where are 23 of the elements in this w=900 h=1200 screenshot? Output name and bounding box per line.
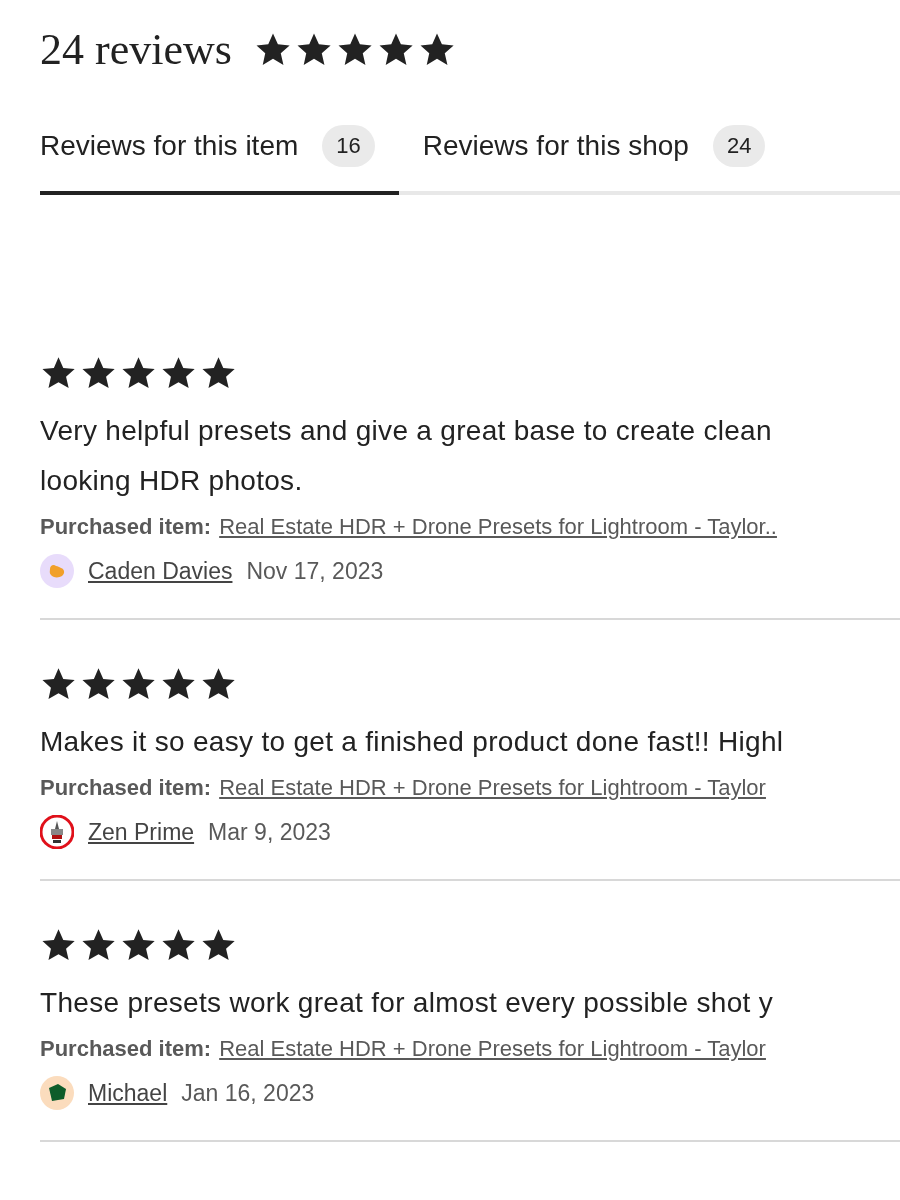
count-badge: 24: [712, 125, 766, 167]
purchased-label: Purchased item:: [40, 775, 212, 801]
review-date: Nov 17, 2023: [246, 557, 384, 585]
item-link[interactable]: Real Estate HDR + Drone Presets for Lightroom - Taylor..: [219, 514, 777, 540]
author-link[interactable]: Caden Davies: [88, 557, 233, 585]
count-badge: 16: [322, 125, 375, 167]
reviews-tab[interactable]: Reviews for this shop 24: [422, 125, 790, 195]
purchased-label: Purchased item:: [40, 1036, 212, 1062]
author-link[interactable]: Michael: [88, 1079, 168, 1107]
avatar-icon: [40, 1076, 74, 1110]
review-text: Very helpful presets and give a great base to create clean looking HDR photos.: [40, 414, 773, 498]
review-date: Mar 9, 2023: [208, 818, 331, 846]
review-text: These presets work great for almost every possible shot y: [40, 986, 774, 1020]
item-link[interactable]: Real Estate HDR + Drone Presets for Lightroom - Taylor: [219, 775, 766, 801]
author-link[interactable]: Zen Prime: [88, 818, 195, 846]
reviews-heading: 24 reviews: [40, 24, 232, 75]
avatar-icon: [40, 815, 74, 849]
review-date: Jan 16, 2023: [181, 1079, 315, 1107]
avatar-icon: [40, 554, 74, 588]
item-link[interactable]: Real Estate HDR + Drone Presets for Lightroom - Taylor: [219, 1036, 766, 1062]
purchased-label: Purchased item:: [40, 514, 212, 540]
reviews-tab[interactable]: Reviews for this item 16: [40, 125, 399, 195]
review-text: Makes it so easy to get a finished product done fast!! Highl: [40, 725, 785, 759]
